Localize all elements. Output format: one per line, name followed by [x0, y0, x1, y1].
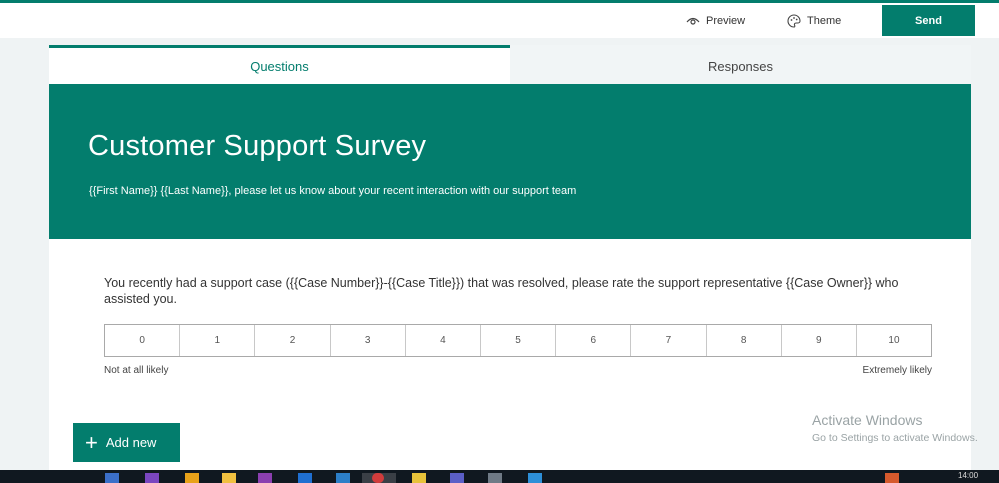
rating-option-4[interactable]: 4 [404, 325, 480, 356]
form-subtitle[interactable]: {{First Name}} {{Last Name}}, please let… [89, 185, 576, 197]
add-new-label: Add new [105, 435, 157, 450]
taskbar-app-icon[interactable] [298, 473, 312, 483]
windows-taskbar: 14:00 [0, 470, 999, 483]
preview-button[interactable]: Preview [686, 3, 745, 38]
taskbar-app-icon[interactable] [258, 473, 272, 483]
watermark-subtitle: Go to Settings to activate Windows. [812, 432, 978, 444]
tab-questions[interactable]: Questions [49, 45, 510, 84]
eye-icon [686, 16, 700, 26]
rating-option-1[interactable]: 1 [179, 325, 254, 356]
rating-option-5[interactable]: 5 [479, 325, 555, 356]
preview-label: Preview [706, 14, 746, 27]
taskbar-app-icon[interactable] [528, 473, 542, 483]
rating-option-10[interactable]: 10 [855, 325, 931, 356]
taskbar-app-icon[interactable] [488, 473, 502, 483]
top-toolbar: Preview Theme Send [0, 3, 999, 38]
tab-bar: Questions Responses [49, 45, 971, 84]
question-text[interactable]: You recently had a support case ({{Case … [104, 275, 934, 307]
taskbar-browser-icon[interactable] [372, 473, 384, 483]
taskbar-app-icon[interactable] [145, 473, 159, 483]
palette-icon [787, 13, 801, 28]
watermark-title: Activate Windows [812, 412, 923, 428]
taskbar-tray-icon[interactable] [885, 473, 899, 483]
rating-option-9[interactable]: 9 [780, 325, 856, 356]
form-header-banner: Customer Support Survey {{First Name}} {… [49, 84, 971, 239]
taskbar-app-icon[interactable] [105, 473, 119, 483]
rating-option-7[interactable]: 7 [630, 325, 705, 356]
send-button[interactable]: Send [882, 5, 975, 36]
taskbar-app-icon[interactable] [450, 473, 464, 483]
theme-button[interactable]: Theme [787, 3, 841, 38]
taskbar-app-icon[interactable] [412, 473, 426, 483]
rating-option-8[interactable]: 8 [705, 325, 781, 356]
scale-high-label: Extremely likely [862, 365, 932, 376]
taskbar-app-icon[interactable] [336, 473, 350, 483]
rating-scale: 0 1 2 3 4 5 6 7 8 9 10 [104, 324, 932, 357]
tab-responses[interactable]: Responses [510, 45, 971, 84]
rating-option-6[interactable]: 6 [555, 325, 630, 356]
theme-label: Theme [807, 14, 842, 27]
rating-option-3[interactable]: 3 [329, 325, 405, 356]
scale-low-label: Not at all likely [104, 365, 169, 376]
form-title[interactable]: Customer Support Survey [88, 130, 426, 163]
plus-icon: + [85, 429, 98, 455]
taskbar-clock[interactable]: 14:00 [958, 471, 978, 480]
taskbar-folder-icon[interactable] [222, 473, 236, 483]
add-new-button[interactable]: + Add new [73, 423, 180, 462]
rating-option-0[interactable]: 0 [105, 325, 179, 356]
rating-option-2[interactable]: 2 [254, 325, 329, 356]
taskbar-app-icon[interactable] [185, 473, 199, 483]
activate-windows-watermark: Activate Windows Go to Settings to activ… [812, 412, 978, 444]
form-card: Questions Responses Customer Support Sur… [49, 45, 971, 470]
